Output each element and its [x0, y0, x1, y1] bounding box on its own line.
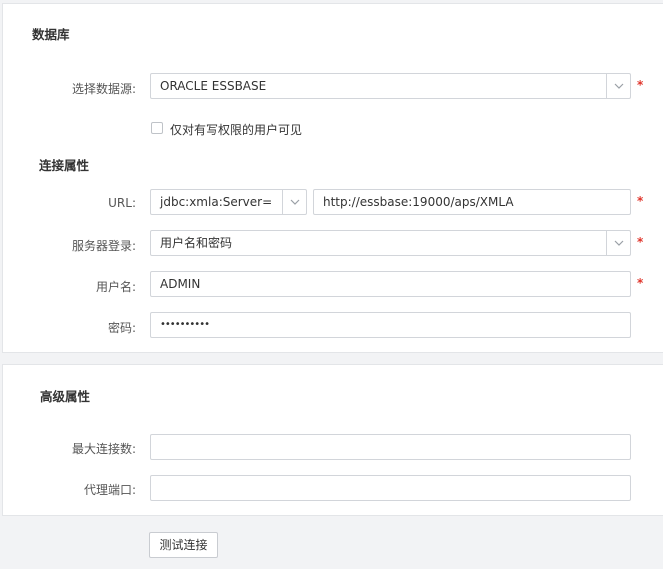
write-permission-label: 仅对有写权限的用户可见 — [170, 123, 303, 137]
username-label: 用户名: — [95, 280, 136, 294]
required-marker: * — [637, 235, 644, 249]
max-connections-input[interactable] — [150, 434, 631, 460]
password-input[interactable]: •••••••••• — [150, 312, 631, 338]
advanced-panel: 高级属性 最大连接数: 代理端口: — [2, 364, 663, 516]
required-marker: * — [637, 78, 644, 92]
password-label: 密码: — [107, 321, 136, 335]
chevron-down-icon[interactable] — [282, 190, 306, 214]
url-prefix-value: jdbc:xmla:Server= — [160, 195, 273, 209]
proxy-port-input[interactable] — [150, 475, 631, 501]
url-label: URL: — [108, 196, 136, 210]
server-login-label: 服务器登录: — [71, 239, 136, 253]
server-login-value: 用户名和密码 — [160, 236, 233, 250]
datasource-select[interactable]: ORACLE ESSBASE — [150, 73, 631, 99]
required-marker: * — [637, 276, 644, 290]
datasource-label: 选择数据源: — [71, 82, 136, 96]
url-input[interactable]: http://essbase:19000/aps/XMLA — [313, 189, 631, 215]
chevron-down-icon[interactable] — [606, 74, 630, 98]
username-input[interactable]: ADMIN — [150, 271, 631, 297]
required-marker: * — [637, 194, 644, 208]
advanced-section-title: 高级属性 — [40, 389, 91, 404]
database-panel: 数据库 选择数据源: ORACLE ESSBASE * 仅对有写权限的用户可见 … — [2, 3, 663, 353]
test-connection-button[interactable]: 测试连接 — [149, 532, 218, 558]
connection-section-title: 连接属性 — [39, 158, 90, 173]
proxy-port-label: 代理端口: — [83, 483, 136, 497]
database-section-title: 数据库 — [32, 27, 70, 42]
max-connections-label: 最大连接数: — [71, 442, 136, 456]
datasource-value: ORACLE ESSBASE — [160, 79, 267, 93]
url-prefix-select[interactable]: jdbc:xmla:Server= — [150, 189, 307, 215]
chevron-down-icon[interactable] — [606, 231, 630, 255]
write-permission-checkbox[interactable] — [151, 122, 163, 134]
server-login-select[interactable]: 用户名和密码 — [150, 230, 631, 256]
